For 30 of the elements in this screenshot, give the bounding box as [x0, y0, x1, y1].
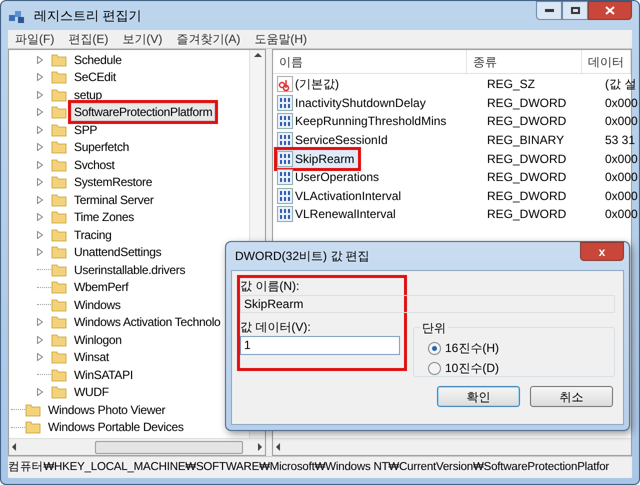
value-data: 53 31 [605, 132, 636, 150]
value-name-text: SkipRearm [295, 150, 354, 168]
value-data: 0x000 [605, 169, 638, 186]
dialog-title: DWORD(32비트) 값 편집 [235, 248, 370, 265]
value-type: REG_BINARY [487, 132, 564, 150]
value-data: 0x000 [605, 150, 638, 168]
value-data: 0x000 [605, 113, 638, 130]
value-data: (값 설 [605, 76, 636, 94]
value-name-field: SkipRearm [240, 295, 615, 313]
value-name-text: KeepRunningThresholdMins [295, 113, 446, 130]
value-name-text: ServiceSessionId [295, 132, 388, 150]
value-name-text: (기본값) [295, 76, 339, 94]
field-label: 값 데이터(V): [240, 319, 312, 336]
value-name-text: VLActivationInterval [295, 188, 402, 205]
status-bar: 컴퓨터₩HKEY_LOCAL_MACHINE₩SOFTWARE₩Microsoft₩Windows NT₩CurrentVersion₩SoftwareProtectionPlatfor [8, 456, 632, 478]
value-data: 0x000 [605, 94, 638, 112]
value-type: REG_DWORD [487, 188, 566, 205]
field-label: 값 이름(N): [240, 278, 300, 295]
value-type: REG_DWORD [487, 169, 566, 186]
value-type: REG_DWORD [487, 94, 566, 112]
value-name-text: VLRenewalInterval [295, 206, 396, 224]
value-data: 0x000 [605, 188, 638, 205]
value-data: 0x000 [605, 206, 638, 224]
value-name-text: UserOperations [295, 169, 380, 186]
value-type: REG_DWORD [487, 113, 566, 130]
value-type: REG_DWORD [487, 206, 566, 224]
value-type: REG_SZ [487, 76, 536, 94]
value-type: REG_DWORD [487, 150, 566, 168]
window-title: 레지스트리 편집기 [34, 6, 142, 25]
value-name-text: InactivityShutdownDelay [295, 94, 426, 112]
